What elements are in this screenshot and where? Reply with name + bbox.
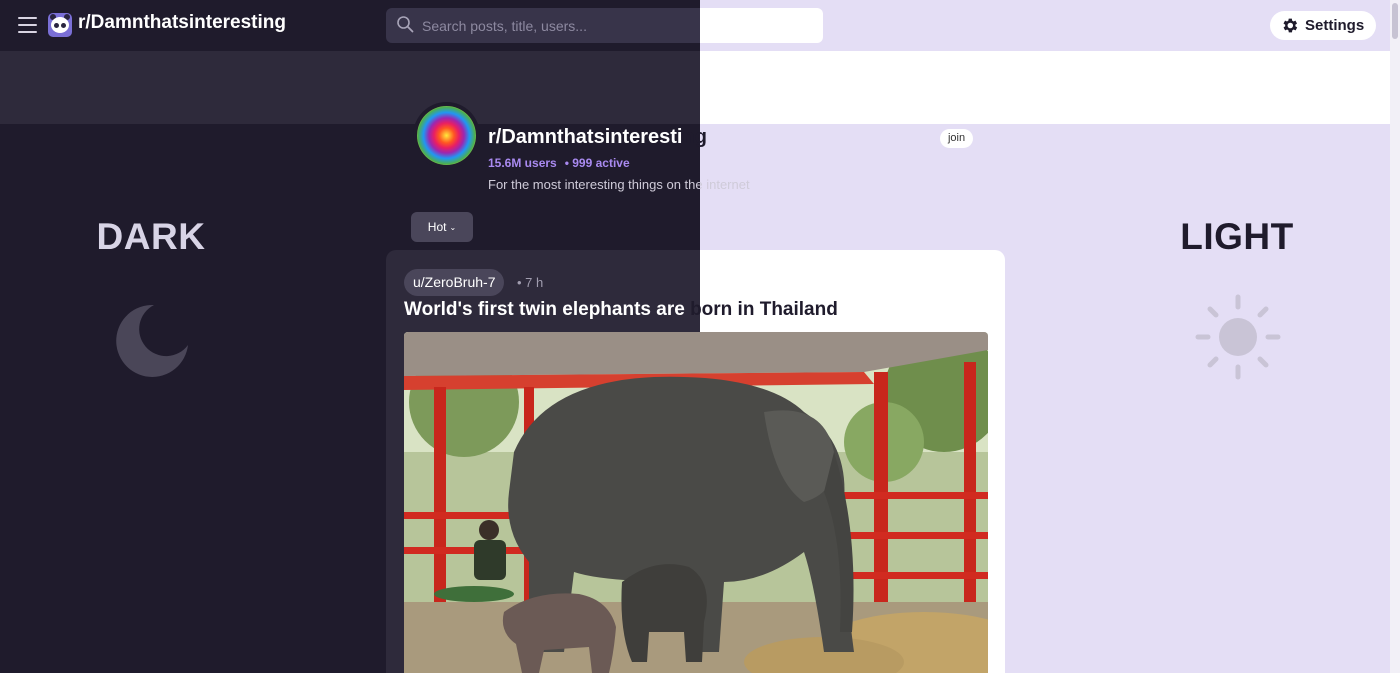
moon-icon[interactable] [114,303,190,379]
active-count: • 999 active [564,156,630,170]
settings-button[interactable]: Settings [1270,11,1376,40]
post-title[interactable]: World's first twin elephants are born in… [404,299,838,321]
community-description: For the most interesting things on the i… [488,177,750,192]
community-banner-dark [0,51,700,124]
search-icon [397,16,414,33]
sort-dropdown[interactable]: Hot ⌄ [411,212,473,242]
post-image[interactable] [404,332,988,673]
join-button[interactable]: join [940,129,973,148]
post-title-dark-part: World's first twin elephants are [404,299,691,320]
sun-icon[interactable] [1193,292,1283,382]
member-count: 15.6M users [488,156,557,170]
settings-label: Settings [1305,17,1365,34]
community-avatar-image [417,106,476,165]
site-title[interactable]: r/Damnthatsinteresting [78,12,286,34]
dark-theme-label: DARK [96,216,206,257]
search-input[interactable] [422,16,692,36]
community-name[interactable]: r/Damnthatsinteresting [488,126,707,149]
gear-icon [1283,18,1298,33]
community-stats: 15.6M users • 999 active [488,156,638,170]
community-name-dark-part: r/Damnthatsinteresti [488,126,683,148]
hamburger-menu-icon[interactable] [18,17,37,33]
light-theme-label: LIGHT [1180,216,1294,257]
scrollbar-thumb[interactable] [1392,3,1398,39]
community-avatar[interactable] [413,102,480,169]
sort-selected: Hot [427,220,447,234]
post-time: • 7 h [517,275,544,290]
post-title-light-part: born in Thailand [690,299,838,320]
panda-logo-icon[interactable] [48,13,72,37]
chevron-down-icon: ⌄ [449,222,457,232]
search-bar-light[interactable] [700,8,823,43]
post-author[interactable]: u/ZeroBruh-7 [404,269,505,296]
community-name-light-part: ng [682,126,707,148]
page-scrollbar[interactable] [1390,0,1400,673]
community-banner-light [700,51,1390,124]
